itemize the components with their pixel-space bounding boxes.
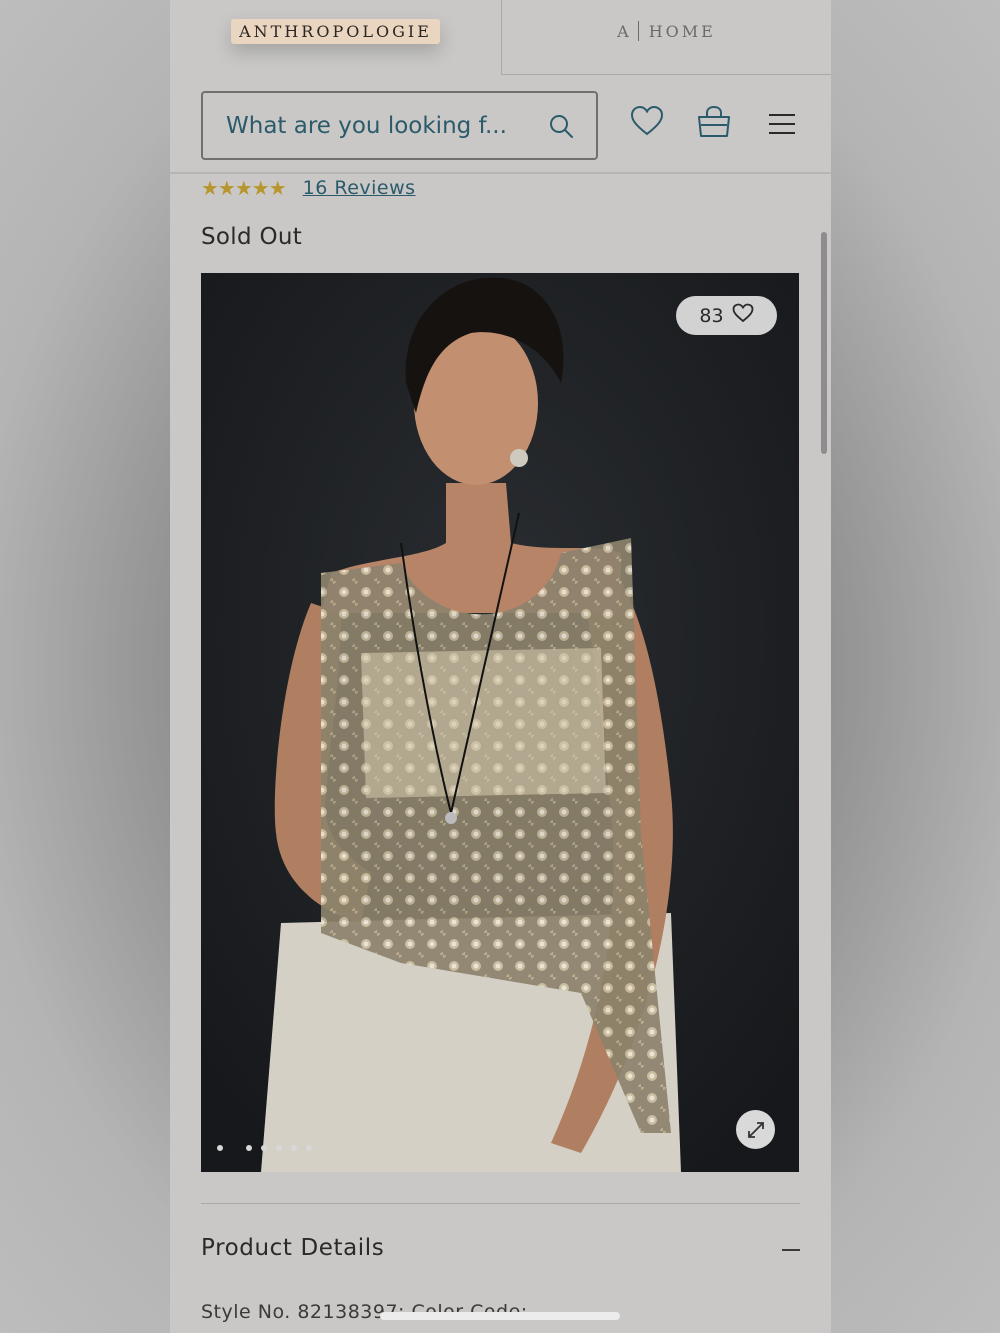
heart-outline-icon [732, 303, 754, 328]
home-tab-letter: A [617, 21, 632, 41]
carousel-dot[interactable] [291, 1145, 297, 1151]
reviews-link[interactable]: 16 Reviews [303, 177, 416, 199]
search-input[interactable]: What are you looking f... [201, 91, 598, 160]
heart-icon[interactable] [630, 105, 664, 141]
page-scrollbar[interactable] [821, 232, 827, 454]
home-indicator[interactable] [380, 1312, 620, 1320]
site-header: What are you looking f... [170, 75, 831, 174]
tab-a-home[interactable]: A HOME [501, 0, 831, 75]
product-image[interactable]: 83 [201, 273, 799, 1172]
availability-status: Sold Out [201, 224, 303, 250]
carousel-dot[interactable] [306, 1145, 312, 1151]
carousel-dot[interactable] [261, 1145, 267, 1151]
product-details-heading[interactable]: Product Details [201, 1235, 384, 1261]
brand-tabs: ANTHROPOLOGIE A HOME [170, 0, 831, 75]
carousel-dot[interactable] [217, 1145, 223, 1151]
product-rating: ★★★★★ 16 Reviews [201, 176, 416, 200]
search-placeholder: What are you looking f... [226, 112, 507, 139]
carousel-dot[interactable] [276, 1145, 282, 1151]
anthropologie-logo: ANTHROPOLOGIE [231, 19, 440, 44]
menu-icon[interactable] [768, 113, 796, 139]
search-icon[interactable] [548, 113, 574, 143]
bag-icon[interactable] [696, 105, 732, 143]
minus-collapse-icon[interactable] [782, 1249, 800, 1251]
carousel-dot[interactable] [246, 1145, 252, 1151]
like-count: 83 [699, 304, 724, 327]
product-page: ANTHROPOLOGIE A HOME What are you lookin… [170, 0, 831, 1333]
home-tab-divider [637, 21, 639, 41]
like-count-button[interactable]: 83 [676, 296, 777, 335]
expand-icon[interactable] [736, 1110, 775, 1149]
image-carousel-dots[interactable] [217, 1145, 312, 1151]
section-divider [201, 1203, 800, 1204]
model-photo [201, 273, 799, 1172]
tab-anthropologie[interactable]: ANTHROPOLOGIE [170, 0, 501, 75]
rating-stars-icon: ★★★★★ [201, 176, 287, 200]
home-tab-label: HOME [648, 21, 716, 41]
